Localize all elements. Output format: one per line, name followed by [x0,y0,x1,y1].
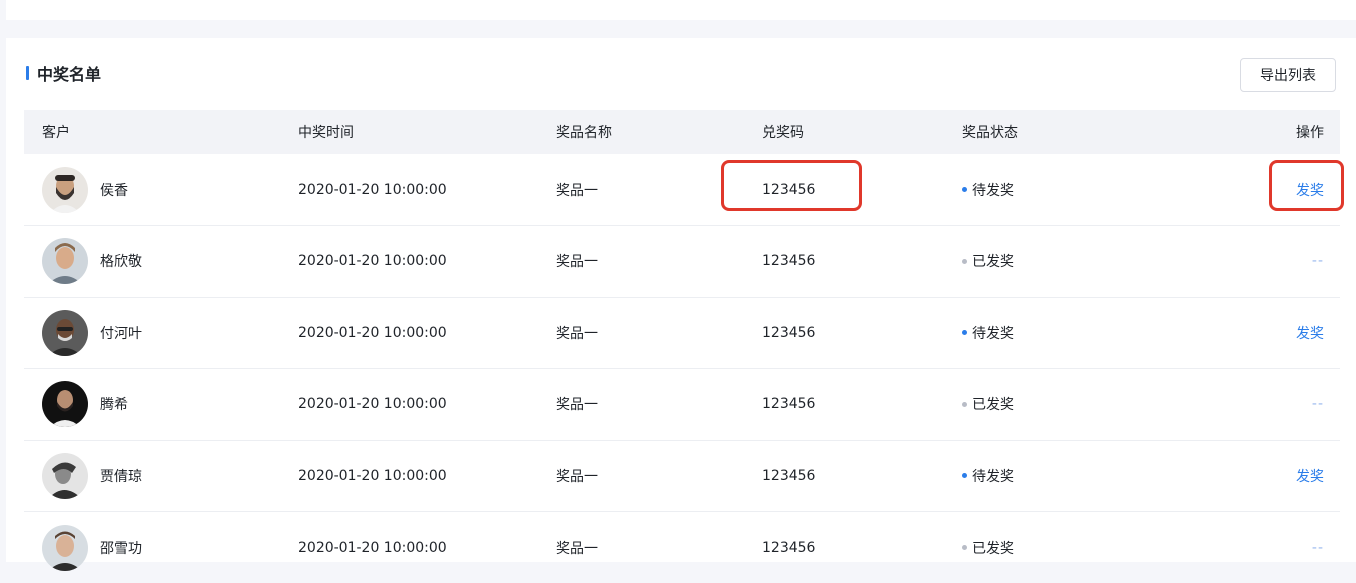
header-customer: 客户 [24,110,298,154]
avatar [42,381,88,427]
status-badge: 待发奖 [962,466,1014,486]
status-dot-icon [962,545,967,550]
win-time: 2020-01-20 10:00:00 [298,512,556,583]
status-text: 待发奖 [972,466,1014,486]
winners-table: 客户 中奖时间 奖品名称 兑奖码 奖品状态 操作 侯香 2020-01-20 1… [24,110,1340,583]
redeem-code: 123456 [762,297,962,369]
table-row: 格欣敬 2020-01-20 10:00:00 奖品一 123456 已发奖 -… [24,226,1340,298]
table-header-row: 客户 中奖时间 奖品名称 兑奖码 奖品状态 操作 [24,110,1340,154]
status-badge: 待发奖 [962,323,1014,343]
redeem-code: 123456 [762,512,962,583]
prize-name: 奖品一 [556,440,762,512]
customer-name: 腾希 [100,394,128,414]
header-action: 操作 [1162,110,1340,154]
win-time: 2020-01-20 10:00:00 [298,226,556,298]
avatar [42,238,88,284]
status-dot-icon [962,473,967,478]
avatar [42,167,88,213]
redeem-code: 123456 [762,440,962,512]
table-row: 贾倩琼 2020-01-20 10:00:00 奖品一 123456 待发奖 发… [24,440,1340,512]
customer-name: 贾倩琼 [100,466,142,486]
customer-name: 邵雪功 [100,538,142,558]
table-row: 侯香 2020-01-20 10:00:00 奖品一 123456 待发奖 发奖 [24,154,1340,226]
status-badge: 已发奖 [962,538,1014,558]
win-time: 2020-01-20 10:00:00 [298,369,556,441]
header-prize-status: 奖品状态 [962,110,1162,154]
award-button[interactable]: 发奖 [1296,183,1324,199]
avatar [42,525,88,571]
redeem-code: 123456 [762,154,962,226]
status-dot-icon [962,259,967,264]
win-time: 2020-01-20 10:00:00 [298,297,556,369]
redeem-code: 123456 [762,369,962,441]
winners-panel: 中奖名单 导出列表 客户 中奖时间 奖品名称 兑奖码 奖品状态 操作 侯香 [6,38,1356,562]
win-time: 2020-01-20 10:00:00 [298,440,556,512]
status-dot-icon [962,402,967,407]
section-title: 中奖名单 [37,61,101,85]
status-text: 待发奖 [972,323,1014,343]
prize-name: 奖品一 [556,369,762,441]
prize-name: 奖品一 [556,512,762,583]
prize-name: 奖品一 [556,226,762,298]
status-badge: 待发奖 [962,180,1014,200]
status-badge: 已发奖 [962,251,1014,271]
table-row: 付河叶 2020-01-20 10:00:00 奖品一 123456 待发奖 发… [24,297,1340,369]
award-button[interactable]: 发奖 [1296,326,1324,342]
prize-name: 奖品一 [556,297,762,369]
avatar [42,310,88,356]
prize-name: 奖品一 [556,154,762,226]
top-strip [6,0,1356,20]
win-time: 2020-01-20 10:00:00 [298,154,556,226]
table-row: 邵雪功 2020-01-20 10:00:00 奖品一 123456 已发奖 -… [24,512,1340,583]
status-dot-icon [962,187,967,192]
export-list-button[interactable]: 导出列表 [1240,58,1336,92]
award-button[interactable]: 发奖 [1296,469,1324,485]
no-action-placeholder: -- [1312,396,1324,412]
customer-name: 格欣敬 [100,251,142,271]
customer-name: 付河叶 [100,323,142,343]
section-header: 中奖名单 [26,62,101,84]
table-row: 腾希 2020-01-20 10:00:00 奖品一 123456 已发奖 -- [24,369,1340,441]
status-text: 已发奖 [972,394,1014,414]
customer-name: 侯香 [100,180,128,200]
header-prize-name: 奖品名称 [556,110,762,154]
title-accent-bar [26,66,29,80]
header-win-time: 中奖时间 [298,110,556,154]
status-dot-icon [962,330,967,335]
status-text: 已发奖 [972,251,1014,271]
redeem-code: 123456 [762,226,962,298]
header-redeem-code: 兑奖码 [762,110,962,154]
status-text: 已发奖 [972,538,1014,558]
avatar [42,453,88,499]
no-action-placeholder: -- [1312,540,1324,556]
status-text: 待发奖 [972,180,1014,200]
status-badge: 已发奖 [962,394,1014,414]
no-action-placeholder: -- [1312,253,1324,269]
